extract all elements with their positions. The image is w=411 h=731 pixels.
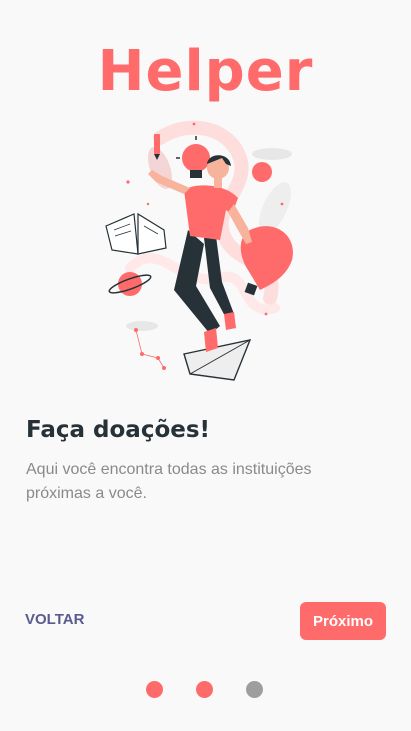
book-icon xyxy=(105,212,167,255)
planet-icon xyxy=(108,272,152,296)
pagination-dots xyxy=(146,681,263,698)
back-button[interactable]: VOLTAR xyxy=(25,611,84,628)
app-logo: Helper xyxy=(97,39,314,104)
ball-shape xyxy=(252,162,272,182)
pagination-dot[interactable] xyxy=(246,681,263,698)
pagination-dot[interactable] xyxy=(196,681,213,698)
onboarding-title: Faça doações! xyxy=(26,417,211,443)
next-button[interactable]: Próximo xyxy=(300,602,386,640)
pagination-dot[interactable] xyxy=(146,681,163,698)
cloud-shape xyxy=(252,148,292,160)
onboarding-description: Aqui você encontra todas as instituições… xyxy=(26,461,312,502)
constellation-icon xyxy=(134,327,167,370)
cloud-shape-2 xyxy=(126,321,158,331)
onboarding-illustration xyxy=(105,120,293,381)
